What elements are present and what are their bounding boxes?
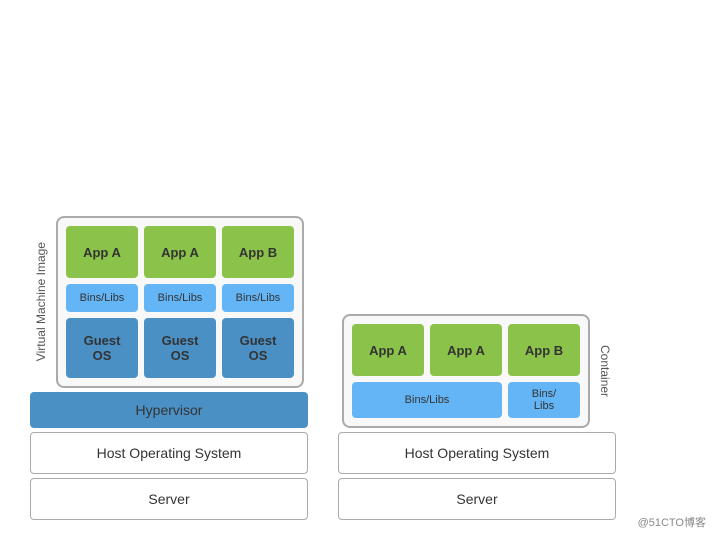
main-container: Virtual Machine Image App A App A App B … [0, 0, 720, 540]
left-bins-1: Bins/Libs [66, 284, 138, 312]
right-host-os-bar: Host Operating System [338, 432, 616, 474]
guest-row: GuestOS GuestOS GuestOS [66, 318, 294, 378]
right-app-row: App A App A App B [352, 324, 580, 376]
right-bins-narrow: Bins/Libs [508, 382, 580, 418]
hypervisor-bar: Hypervisor [30, 392, 308, 428]
right-bins-wide: Bins/Libs [352, 382, 502, 418]
right-app-a-1: App A [352, 324, 424, 376]
vm-label: Virtual Machine Image [34, 242, 48, 361]
left-server-bar: Server [30, 478, 308, 520]
right-app-b: App B [508, 324, 580, 376]
watermark: @51CTO博客 [638, 514, 706, 530]
app-row: App A App A App B [66, 226, 294, 278]
left-host-os-bar: Host Operating System [30, 432, 308, 474]
right-bins-row: Bins/Libs Bins/Libs [352, 382, 580, 418]
vm-image-box: App A App A App B Bins/Libs Bins/Libs Bi… [56, 216, 304, 388]
left-guest-2: GuestOS [144, 318, 216, 378]
container-box: App A App A App B Bins/Libs Bins/Libs [342, 314, 590, 428]
right-side: App A App A App B Bins/Libs Bins/Libs Co… [338, 264, 616, 520]
left-app-a-2: App A [144, 226, 216, 278]
left-bins-2: Bins/Libs [144, 284, 216, 312]
right-server-bar: Server [338, 478, 616, 520]
container-label: Container [598, 345, 612, 397]
left-side: Virtual Machine Image App A App A App B … [30, 216, 308, 520]
right-app-a-2: App A [430, 324, 502, 376]
left-app-a-1: App A [66, 226, 138, 278]
container-wrapper: App A App A App B Bins/Libs Bins/Libs Co… [342, 314, 612, 428]
left-guest-1: GuestOS [66, 318, 138, 378]
left-bins-3: Bins/Libs [222, 284, 294, 312]
left-app-b: App B [222, 226, 294, 278]
left-guest-3: GuestOS [222, 318, 294, 378]
vm-wrapper: Virtual Machine Image App A App A App B … [34, 216, 304, 388]
bins-row: Bins/Libs Bins/Libs Bins/Libs [66, 284, 294, 312]
